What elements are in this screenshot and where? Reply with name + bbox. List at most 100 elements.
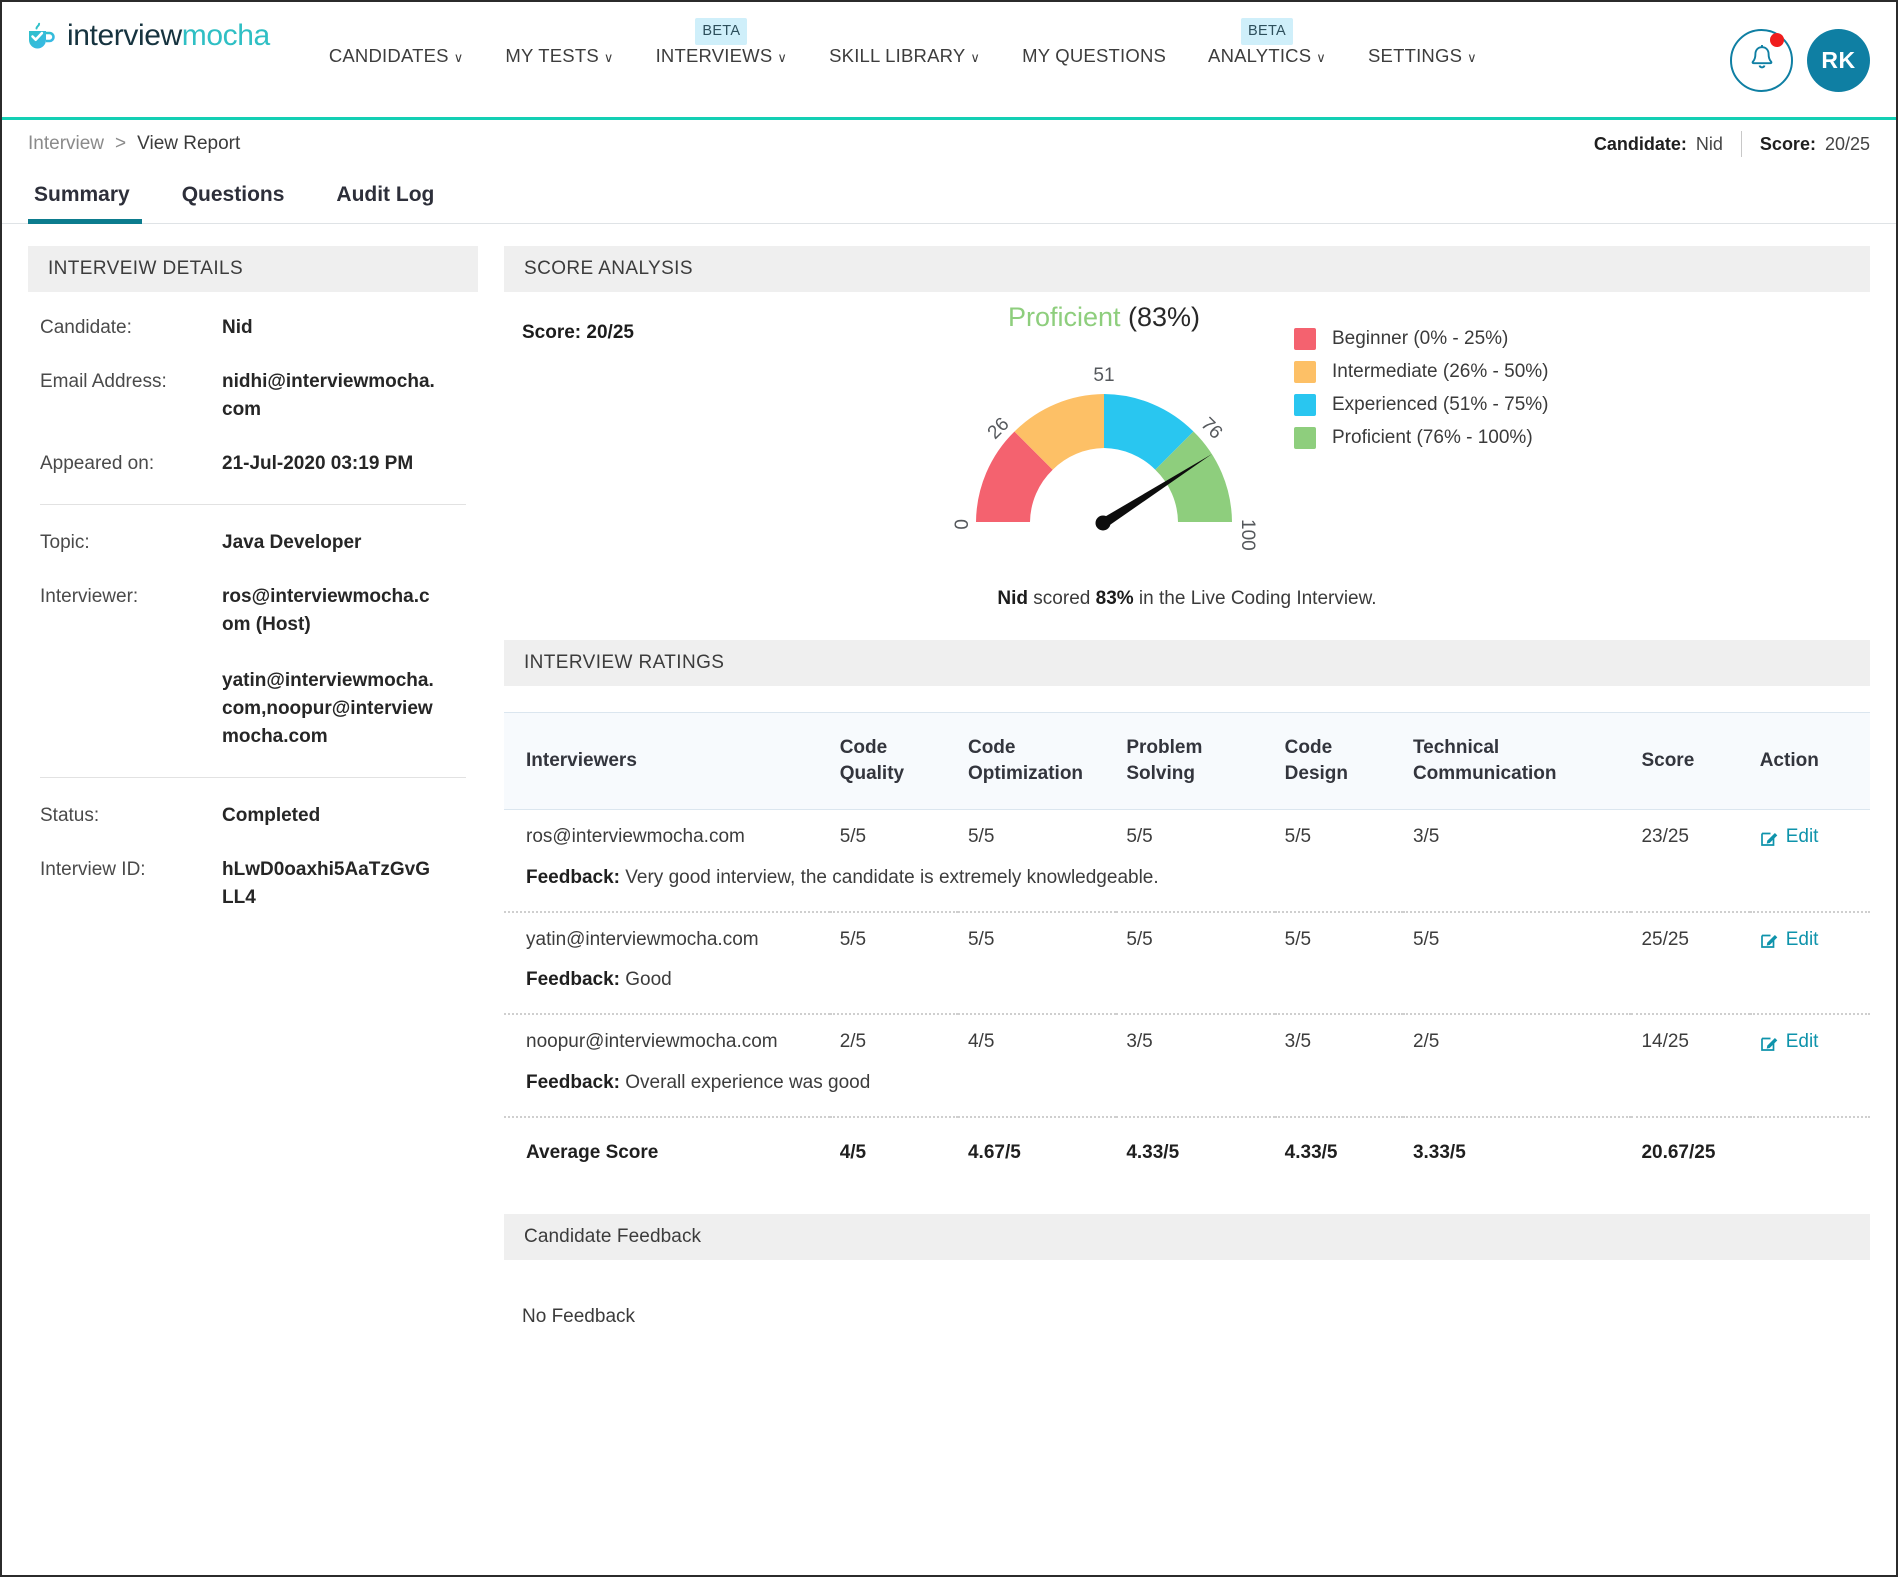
primary-menu: CANDIDATES ∨ MY TESTS ∨ BETA INTERVIEWS ∨ S… <box>308 18 1498 69</box>
nav-label: SETTINGS <box>1368 45 1463 66</box>
candidate-value: Nid <box>1695 133 1723 154</box>
detail-row-candidate: Candidate: Nid <box>40 314 466 342</box>
candidate-feedback-title: Candidate Feedback <box>504 1213 1870 1260</box>
app-window: interviewmocha CANDIDATES ∨ MY TESTS ∨ BET… <box>0 0 1898 1577</box>
narrative-tail: in the Live Coding Interview. <box>1133 588 1377 609</box>
feedback-row: Feedback: Very good interview, the candi… <box>504 861 1870 911</box>
tab-audit-log[interactable]: Audit Log <box>310 183 460 223</box>
cell-average-action <box>1750 1117 1870 1190</box>
interview-details-list: Candidate: Nid Email Address: nidhi@inte… <box>28 292 478 912</box>
interview-details-title: INTERVEIW DETAILS <box>28 246 478 292</box>
col-code-optimization: Code Optimization <box>967 737 1084 784</box>
edit-label: Edit <box>1785 928 1819 950</box>
score-label: Score: <box>1759 133 1816 154</box>
cell-interviewer: noopur@interviewmocha.com <box>526 1031 778 1052</box>
chevron-down-icon: ∨ <box>603 50 614 65</box>
cell-code-design: 5/5 <box>1284 826 1312 847</box>
score-analysis-title: SCORE ANALYSIS <box>504 246 1870 292</box>
cell-average-score: 20.67/25 <box>1641 1141 1716 1163</box>
nav-item-interviews[interactable]: BETA INTERVIEWS ∨ <box>635 18 809 69</box>
edit-button[interactable]: Edit <box>1760 1031 1818 1053</box>
tab-label: Questions <box>181 183 285 206</box>
edit-button[interactable]: Edit <box>1760 826 1819 848</box>
narrative-name: Nid <box>997 588 1029 609</box>
col-action: Action <box>1759 750 1819 771</box>
details-divider <box>40 777 466 778</box>
cell-code-optimization: 5/5 <box>967 928 995 950</box>
proficiency-gauge: Proficient (83%) 0 26 51 76 100 <box>904 302 1304 552</box>
nav-item-my-tests[interactable]: MY TESTS ∨ <box>484 45 634 69</box>
report-body: INTERVEIW DETAILS Candidate: Nid Email A… <box>2 224 1896 1328</box>
feedback-cell: Feedback: Good <box>504 963 1870 1013</box>
interview-details-panel: INTERVEIW DETAILS Candidate: Nid Email A… <box>28 246 478 938</box>
detail-label: Interviewer: <box>40 586 139 607</box>
table-row: noopur@interviewmocha.com 2/5 4/5 3/5 3/… <box>504 1014 1870 1066</box>
detail-label: Interview ID: <box>40 859 146 880</box>
top-navigation-bar: interviewmocha CANDIDATES ∨ MY TESTS ∨ BET… <box>2 2 1896 120</box>
detail-label-spacer <box>40 667 222 751</box>
cell-average-code-quality: 4/5 <box>839 1141 867 1163</box>
candidate-label: Candidate: <box>1593 133 1687 154</box>
legend-item-beginner: Beginner (0% - 25%) <box>1294 328 1549 350</box>
edit-button[interactable]: Edit <box>1760 928 1819 951</box>
legend-label: Proficient (76% - 100%) <box>1332 427 1533 448</box>
cell-code-quality: 5/5 <box>839 826 867 847</box>
edit-label: Edit <box>1785 826 1819 847</box>
ratings-table-head: Interviewers Code Quality Code Optimizat… <box>504 712 1870 810</box>
ratings-table: Interviewers Code Quality Code Optimizat… <box>504 712 1870 1190</box>
breadcrumb-parent[interactable]: Interview <box>28 133 104 155</box>
edit-pencil-icon <box>1760 1033 1779 1052</box>
cell-interviewer: yatin@interviewmocha.com <box>526 928 759 950</box>
cell-technical-communication: 3/5 <box>1412 826 1440 847</box>
feedback-label: Feedback: <box>526 969 620 990</box>
detail-value: 21-Jul-2020 03:19 PM <box>222 453 414 474</box>
notification-alert-dot <box>1770 33 1784 47</box>
divider <box>1740 131 1742 157</box>
col-code-design: Code Design <box>1284 737 1349 784</box>
detail-row-email: Email Address: nidhi@interviewmocha.com <box>40 368 466 424</box>
candidate-feedback-panel: Candidate Feedback No Feedback <box>504 1213 1870 1328</box>
notification-bell-icon <box>1749 44 1775 77</box>
cell-technical-communication: 5/5 <box>1412 928 1440 950</box>
legend-color-swatch <box>1294 427 1316 449</box>
tab-summary[interactable]: Summary <box>28 183 156 224</box>
tab-questions[interactable]: Questions <box>156 183 311 223</box>
score-value: 20/25 <box>1824 133 1870 154</box>
nav-label: MY TESTS <box>505 45 599 66</box>
edit-pencil-icon <box>1760 828 1779 847</box>
cell-score: 14/25 <box>1641 1031 1689 1052</box>
detail-label: Email Address: <box>40 371 167 392</box>
user-avatar[interactable]: RK <box>1807 29 1870 92</box>
nav-item-candidates[interactable]: CANDIDATES ∨ <box>308 45 485 69</box>
nav-label: INTERVIEWS <box>655 45 773 66</box>
nav-item-analytics[interactable]: BETA ANALYTICS ∨ <box>1187 18 1347 69</box>
cell-technical-communication: 2/5 <box>1412 1031 1440 1052</box>
nav-item-my-questions[interactable]: MY QUESTIONS <box>1001 45 1187 67</box>
narrative-mid: scored <box>1028 588 1096 609</box>
score-value: 20/25 <box>586 322 634 343</box>
nav-label: CANDIDATES <box>328 45 449 66</box>
chevron-down-icon: ∨ <box>970 50 981 65</box>
detail-label: Topic: <box>40 532 90 553</box>
cell-average-label: Average Score <box>526 1141 659 1163</box>
cell-average-code-optimization: 4.67/5 <box>967 1141 1021 1163</box>
candidate-feedback-body: No Feedback <box>522 1305 636 1327</box>
avatar-initials: RK <box>1821 47 1856 73</box>
legend-item-experienced: Experienced (51% - 75%) <box>1294 394 1549 416</box>
score-label: Score: <box>522 322 582 343</box>
report-tabs: Summary Questions Audit Log <box>2 168 1896 224</box>
interview-ratings-title: INTERVIEW RATINGS <box>504 640 1870 686</box>
notifications-button[interactable] <box>1730 29 1793 92</box>
interview-ratings-panel: INTERVIEW RATINGS Interviewers Code Qual… <box>504 640 1870 1190</box>
cell-average-technical-communication: 3.33/5 <box>1412 1141 1466 1163</box>
detail-value: hLwD0oaxhi5AaTzGvGLL4 <box>222 859 430 908</box>
cell-code-optimization: 4/5 <box>967 1031 995 1052</box>
detail-value: yatin@interviewmocha.com,noopur@intervie… <box>222 670 434 747</box>
nav-item-skill-library[interactable]: SKILL LIBRARY ∨ <box>808 45 1001 69</box>
brand-logo[interactable]: interviewmocha <box>24 19 270 53</box>
beta-badge: BETA <box>695 18 748 45</box>
nav-item-settings[interactable]: SETTINGS ∨ <box>1347 45 1498 69</box>
report-main-column: SCORE ANALYSIS Score: 20/25 Proficient (… <box>504 246 1870 1328</box>
feedback-cell: Feedback: Very good interview, the candi… <box>504 861 1870 911</box>
cell-average-problem-solving: 4.33/5 <box>1126 1141 1180 1163</box>
